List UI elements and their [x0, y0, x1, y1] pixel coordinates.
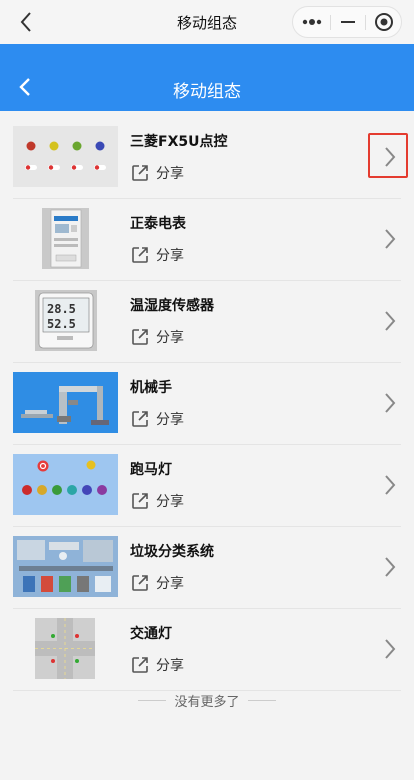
share-button[interactable]: 分享 [130, 408, 184, 430]
chevron-right-icon[interactable] [376, 385, 404, 421]
share-icon [132, 575, 148, 591]
share-label: 分享 [156, 658, 184, 674]
thumbnail-temp-humidity-sensor: 28.5 52.5 [13, 290, 118, 351]
item-title: 交通灯 [130, 626, 172, 642]
more-button[interactable] [293, 7, 330, 37]
thumbnail-indicator-lamps [13, 126, 118, 187]
more-dots-icon [302, 19, 322, 25]
list-item[interactable]: 三菱FX5U点控 分享 [0, 117, 414, 199]
list-item[interactable]: 交通灯 分享 [0, 609, 414, 691]
share-label: 分享 [156, 166, 184, 182]
share-label: 分享 [156, 248, 184, 264]
share-label: 分享 [156, 330, 184, 346]
wechat-capsule [292, 6, 402, 38]
chevron-right-icon[interactable] [376, 221, 404, 257]
item-title: 垃圾分类系统 [130, 544, 214, 560]
thumbnail-traffic-lights [13, 618, 118, 679]
share-label: 分享 [156, 576, 184, 592]
item-title: 机械手 [130, 380, 172, 396]
target-close-icon [375, 13, 393, 31]
thumbnail-marquee-lights [13, 454, 118, 515]
list-item[interactable]: 垃圾分类系统 分享 [0, 527, 414, 609]
share-icon [132, 329, 148, 345]
no-more-footer: 没有更多了 [0, 690, 414, 710]
chevron-right-icon[interactable] [376, 631, 404, 667]
item-title: 三菱FX5U点控 [130, 134, 228, 150]
project-list: 三菱FX5U点控 分享 正泰电表 分享 28.5 52.5 温湿度传感器 分享 … [0, 117, 414, 691]
share-button[interactable]: 分享 [130, 654, 184, 676]
share-label: 分享 [156, 412, 184, 428]
share-button[interactable]: 分享 [130, 162, 184, 184]
chevron-right-icon[interactable] [376, 139, 404, 175]
list-item[interactable]: 28.5 52.5 温湿度传感器 分享 [0, 281, 414, 363]
minimize-button[interactable] [331, 7, 365, 37]
thumbnail-electric-meter [13, 208, 118, 269]
share-icon [132, 493, 148, 509]
thumbnail-robot-arm [13, 372, 118, 433]
list-item[interactable]: 跑马灯 分享 [0, 445, 414, 527]
close-miniprogram-button[interactable] [366, 7, 402, 37]
share-icon [132, 247, 148, 263]
item-title: 温湿度传感器 [130, 298, 214, 314]
footer-line [138, 699, 167, 701]
item-title: 正泰电表 [130, 216, 186, 232]
thumbnail-sorting-system [13, 536, 118, 597]
item-title: 跑马灯 [130, 462, 172, 478]
chevron-right-icon[interactable] [376, 549, 404, 585]
share-button[interactable]: 分享 [130, 490, 184, 512]
share-button[interactable]: 分享 [130, 572, 184, 594]
share-icon [132, 657, 148, 673]
list-item[interactable]: 机械手 分享 [0, 363, 414, 445]
share-button[interactable]: 分享 [130, 244, 184, 266]
share-label: 分享 [156, 494, 184, 510]
chevron-right-icon[interactable] [376, 467, 404, 503]
chevron-right-icon[interactable] [376, 303, 404, 339]
wechat-top-bar: 移动组态 [0, 0, 414, 44]
share-icon [132, 165, 148, 181]
page-title: 移动组态 [173, 82, 241, 102]
list-item[interactable]: 正泰电表 分享 [0, 199, 414, 281]
footer-line [247, 699, 276, 701]
share-button[interactable]: 分享 [130, 326, 184, 348]
no-more-text: 没有更多了 [174, 694, 240, 710]
share-icon [132, 411, 148, 427]
app-header: 移动组态 [0, 44, 414, 111]
thumb-temp-value: 28.5 [47, 302, 76, 316]
thumb-humidity-value: 52.5 [47, 317, 76, 331]
minimize-icon [341, 21, 355, 23]
